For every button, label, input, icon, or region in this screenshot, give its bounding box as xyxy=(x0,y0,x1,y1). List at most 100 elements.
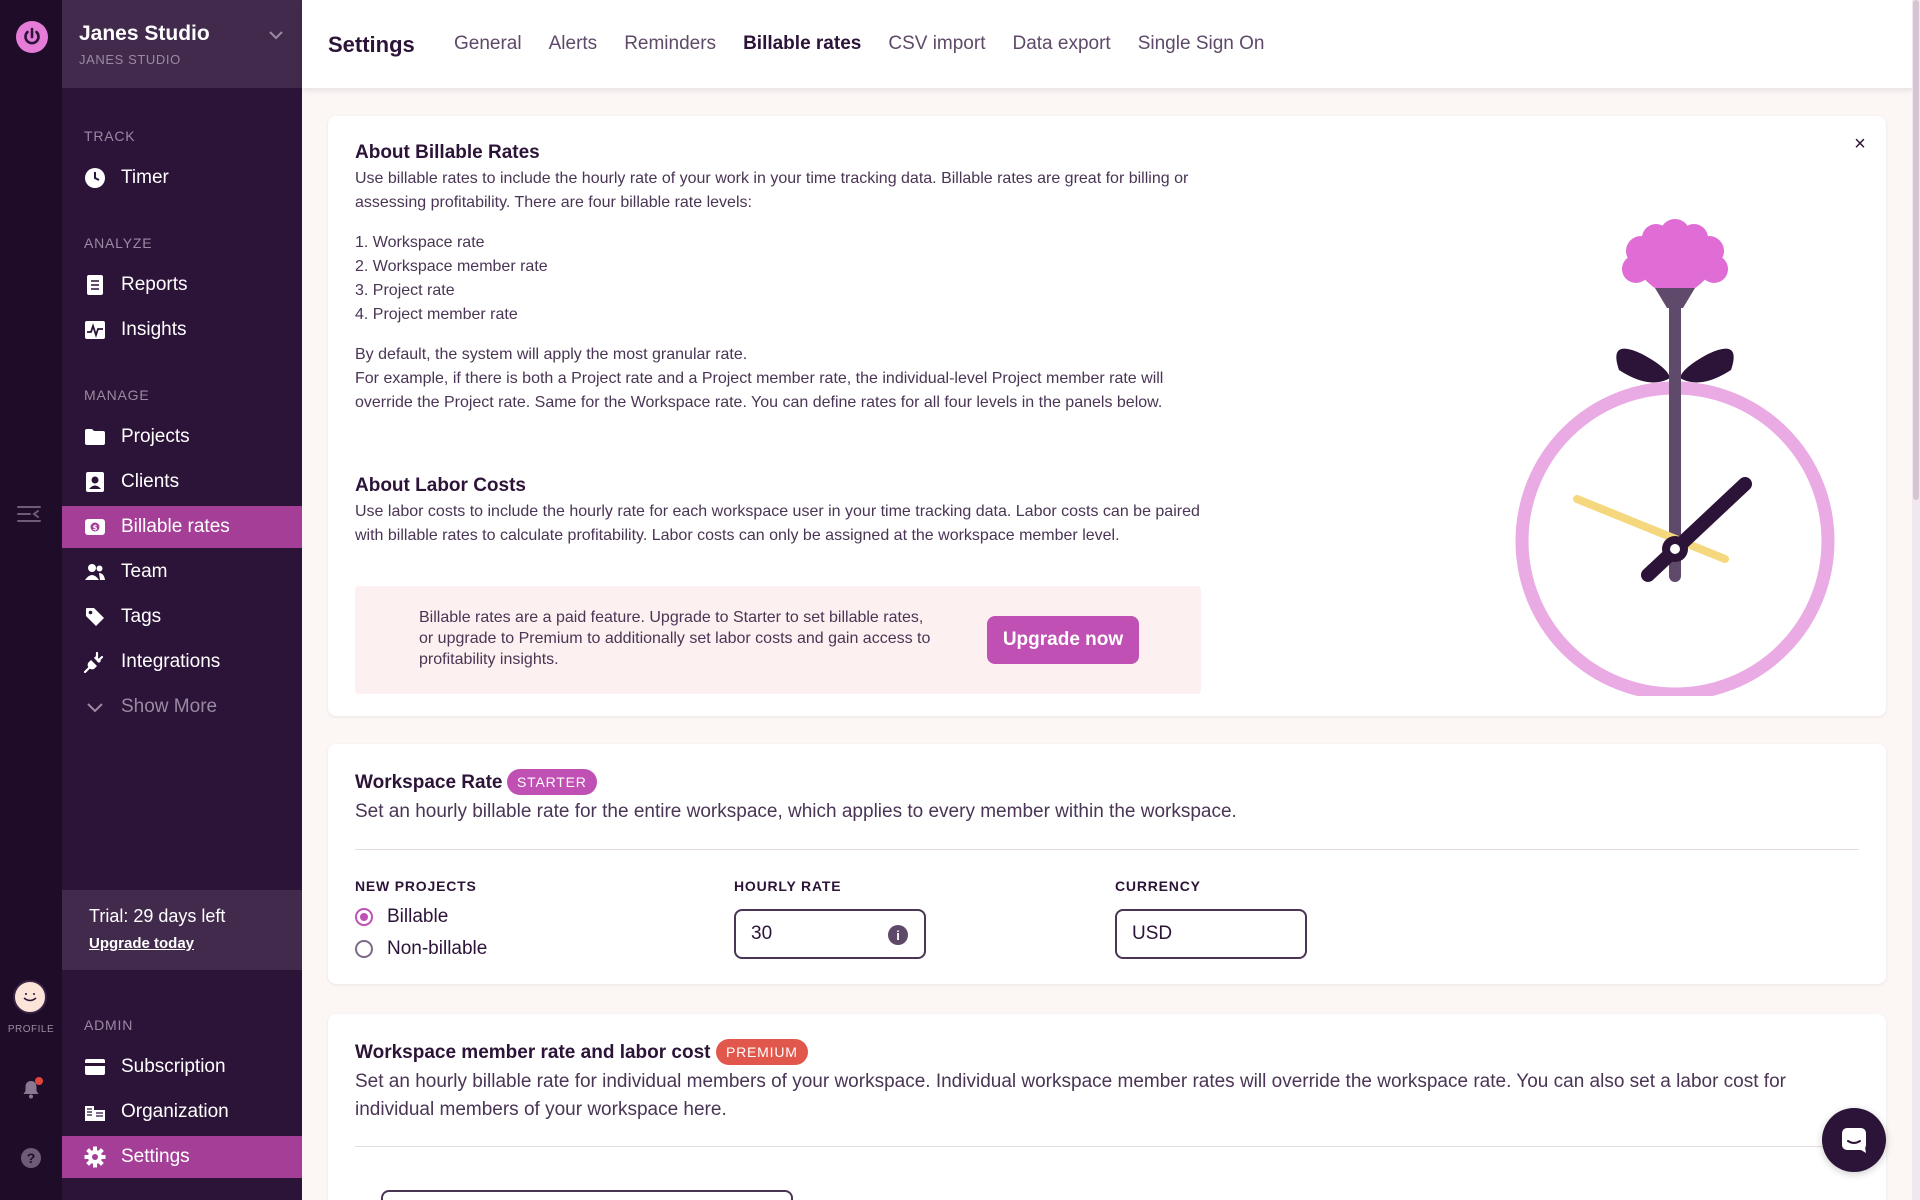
radio-label: Non-billable xyxy=(387,938,488,959)
section-label-manage: MANAGE xyxy=(84,387,150,403)
sidebar-item-reports[interactable]: Reports xyxy=(62,264,302,306)
tab-data-export[interactable]: Data export xyxy=(1012,33,1110,55)
workspace-rate-title: Workspace Rate xyxy=(355,772,503,793)
profile-label: PROFILE xyxy=(7,1024,55,1035)
sidebar-item-projects[interactable]: Projects xyxy=(62,416,302,458)
scrollbar-thumb[interactable] xyxy=(1913,0,1919,500)
sidebar-item-timer[interactable]: Timer xyxy=(62,157,302,199)
member-rate-description: Set an hourly billable rate for individu… xyxy=(355,1071,1786,1120)
rate-override-example: For example, if there is both a Project … xyxy=(355,370,1164,411)
sidebar: Janes Studio JANES STUDIO TRACK Timer AN… xyxy=(62,0,302,1200)
sidebar-item-billable-rates[interactable]: $ Billable rates xyxy=(62,506,302,548)
sidebar-item-label: Settings xyxy=(121,1146,190,1167)
hourly-rate-label: HOURLY RATE xyxy=(734,878,842,894)
upgrade-now-button[interactable]: Upgrade now xyxy=(987,616,1139,664)
clock-flower-illustration xyxy=(1515,219,1835,696)
workspace-name: Janes Studio xyxy=(79,22,210,45)
radio-selected-icon[interactable] xyxy=(355,908,373,926)
tab-general[interactable]: General xyxy=(454,33,522,55)
sidebar-item-label: Organization xyxy=(121,1101,229,1122)
folder-icon xyxy=(84,426,106,448)
labor-costs-text: Use labor costs to include the hourly ra… xyxy=(355,503,1200,544)
sidebar-item-subscription[interactable]: Subscription xyxy=(62,1046,302,1088)
trial-text: Trial: 29 days left xyxy=(89,906,226,926)
radio-unselected-icon[interactable] xyxy=(355,940,373,958)
list-item: 2. Workspace member rate xyxy=(355,258,548,275)
building-icon xyxy=(84,1101,106,1123)
money-icon: $ xyxy=(84,516,106,538)
workspace-rate-description: Set an hourly billable rate for the enti… xyxy=(355,801,1237,822)
sidebar-item-label: Insights xyxy=(121,319,187,340)
chat-support-button[interactable] xyxy=(1822,1108,1886,1172)
upgrade-today-link[interactable]: Upgrade today xyxy=(89,935,302,952)
hourly-rate-value: 30 xyxy=(751,923,773,944)
currency-select[interactable]: USD xyxy=(1115,909,1307,959)
app-rail: PROFILE ? xyxy=(0,0,62,1200)
workspace-switcher[interactable]: Janes Studio JANES STUDIO xyxy=(62,0,302,88)
contact-card-icon xyxy=(84,471,106,493)
currency-value: USD xyxy=(1132,923,1173,944)
radio-label: Billable xyxy=(387,906,449,927)
list-item: 1. Workspace rate xyxy=(355,234,485,251)
about-intro: Use billable rates to include the hourly… xyxy=(355,170,1189,211)
sidebar-item-clients[interactable]: Clients xyxy=(62,461,302,503)
svg-text:$: $ xyxy=(93,524,98,532)
section-label-analyze: ANALYZE xyxy=(84,235,153,251)
tab-alerts[interactable]: Alerts xyxy=(549,33,598,55)
member-rate-card: Workspace member rate and labor cost PRE… xyxy=(328,1014,1886,1200)
upgrade-banner-text: Billable rates are a paid feature. Upgra… xyxy=(419,609,931,668)
info-icon[interactable]: i xyxy=(888,925,908,945)
list-item: 4. Project member rate xyxy=(355,306,518,323)
page-scrollbar[interactable] xyxy=(1912,0,1920,1200)
member-rate-title: Workspace member rate and labor cost xyxy=(355,1042,711,1063)
sidebar-item-label: Timer xyxy=(121,167,169,188)
labor-costs-title: About Labor Costs xyxy=(355,475,526,496)
sidebar-item-label: Tags xyxy=(121,606,162,627)
about-title: About Billable Rates xyxy=(355,142,540,163)
tab-reminders[interactable]: Reminders xyxy=(624,33,716,55)
sidebar-item-settings[interactable]: Settings xyxy=(62,1136,302,1178)
power-logo-icon[interactable] xyxy=(16,21,48,53)
sidebar-item-organization[interactable]: Organization xyxy=(62,1091,302,1133)
divider xyxy=(355,849,1859,850)
tab-single-sign-on[interactable]: Single Sign On xyxy=(1138,33,1265,55)
clock-icon xyxy=(84,167,106,189)
gear-icon xyxy=(84,1146,106,1168)
hourly-rate-input[interactable]: 30 i xyxy=(734,909,926,959)
document-icon xyxy=(84,274,106,296)
settings-header: Settings General Alerts Reminders Billab… xyxy=(302,0,1914,88)
upgrade-banner: Billable rates are a paid feature. Upgra… xyxy=(355,586,1201,694)
pulse-chart-icon xyxy=(84,319,106,341)
sidebar-show-more[interactable]: Show More xyxy=(62,686,302,728)
billable-radio[interactable]: Billable xyxy=(355,906,448,928)
chevron-down-icon[interactable] xyxy=(267,26,285,44)
divider xyxy=(355,1146,1859,1147)
sidebar-item-team[interactable]: Team xyxy=(62,551,302,593)
help-icon[interactable]: ? xyxy=(21,1148,41,1168)
sidebar-item-label: Billable rates xyxy=(121,516,230,537)
sidebar-item-tags[interactable]: Tags xyxy=(62,596,302,638)
trial-banner: Trial: 29 days left Upgrade today xyxy=(62,890,302,970)
sidebar-item-integrations[interactable]: Integrations xyxy=(62,641,302,683)
sidebar-item-label: Integrations xyxy=(121,651,221,672)
non-billable-radio[interactable]: Non-billable xyxy=(355,938,487,960)
workspace-rate-card: Workspace Rate STARTER Set an hourly bil… xyxy=(328,744,1886,984)
sidebar-item-insights[interactable]: Insights xyxy=(62,309,302,351)
sidebar-item-label: Team xyxy=(121,561,168,582)
premium-badge: PREMIUM xyxy=(716,1039,808,1065)
profile-avatar[interactable] xyxy=(13,980,47,1014)
list-item: 3. Project rate xyxy=(355,282,455,299)
starter-badge: STARTER xyxy=(507,769,597,795)
close-icon[interactable]: × xyxy=(1850,134,1870,154)
sidebar-item-label: Reports xyxy=(121,274,188,295)
member-search-input[interactable] xyxy=(381,1190,793,1200)
new-projects-label: NEW PROJECTS xyxy=(355,878,477,894)
sidebar-item-label: Subscription xyxy=(121,1056,226,1077)
about-billable-rates-card: About Billable Rates Use billable rates … xyxy=(328,116,1886,716)
section-label-admin: ADMIN xyxy=(84,1017,134,1033)
collapse-menu-icon[interactable] xyxy=(16,504,42,524)
currency-label: CURRENCY xyxy=(1115,878,1201,894)
tab-csv-import[interactable]: CSV import xyxy=(888,33,985,55)
notification-dot xyxy=(35,1077,43,1085)
tab-billable-rates[interactable]: Billable rates xyxy=(743,33,861,55)
